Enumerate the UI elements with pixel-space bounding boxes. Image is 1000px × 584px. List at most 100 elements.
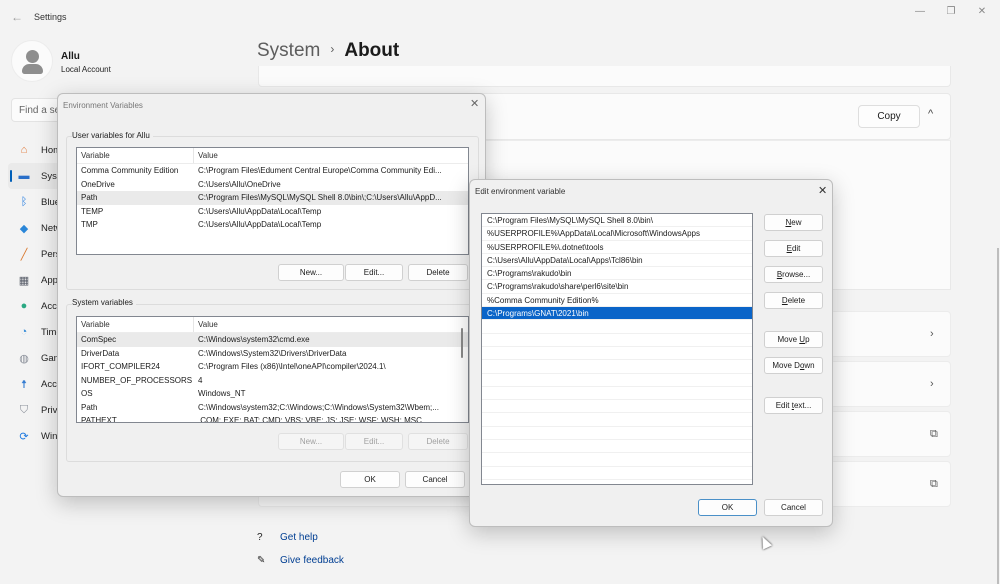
empty-list-slot[interactable]: [482, 360, 752, 374]
accounts-icon: ●: [20, 300, 28, 312]
system-variables-label: System variables: [72, 298, 136, 307]
close-icon[interactable]: ✕: [818, 184, 827, 197]
column-header-variable[interactable]: Variable: [77, 317, 194, 332]
cancel-button[interactable]: Cancel: [405, 471, 465, 488]
new-path-button[interactable]: New: [764, 214, 823, 231]
list-item[interactable]: C:\Programs\rakudo\bin: [482, 267, 752, 281]
empty-list-slot[interactable]: [482, 453, 752, 467]
list-item[interactable]: C:\Programs\rakudo\share\perl6\site\bin: [482, 280, 752, 294]
system-new-button[interactable]: New...: [278, 433, 344, 450]
table-row[interactable]: DriverData C:\Windows\System32\Drivers\Dr…: [77, 347, 468, 361]
empty-list-slot[interactable]: [482, 347, 752, 361]
open-external-icon: ⧉: [930, 478, 938, 490]
list-item[interactable]: C:\Programs\GNAT\2021\bin: [482, 307, 752, 321]
table-row[interactable]: Path C:\Program Files\MySQL\MySQL Shell 8…: [77, 191, 468, 205]
list-item[interactable]: C:\Users\Allu\AppData\Local\Apps\Tcl86\b…: [482, 254, 752, 268]
close-window-button[interactable]: ✕: [972, 6, 992, 17]
avatar[interactable]: [11, 40, 53, 82]
variable-name: NUMBER_OF_PROCESSORS: [81, 375, 193, 385]
dialog-title: Environment Variables: [63, 101, 143, 110]
empty-list-slot[interactable]: [482, 387, 752, 401]
table-row[interactable]: IFORT_COMPILER24 C:\Program Files (x86)\I…: [77, 360, 468, 374]
table-row[interactable]: Path C:\Windows\system32;C:\Windows;C:\Wi…: [77, 401, 468, 415]
variable-value: 4: [198, 375, 203, 385]
give-feedback-link[interactable]: ✎ Give feedback: [257, 555, 344, 566]
button-label: Move Up: [777, 335, 810, 344]
move-up-button[interactable]: Move Up: [764, 331, 823, 348]
list-item[interactable]: %USERPROFILE%\AppData\Local\Microsoft\Wi…: [482, 227, 752, 241]
button-label: Edit text...: [775, 401, 812, 410]
copy-button[interactable]: Copy: [858, 105, 920, 128]
empty-list-slot[interactable]: [482, 440, 752, 454]
page-title: About: [344, 40, 400, 61]
empty-list-slot[interactable]: [482, 320, 752, 334]
table-row[interactable]: PATHEXT .COM;.EXE;.BAT;.CMD;.VBS;.VBE;.JS…: [77, 414, 468, 423]
sidebar-item-privacy[interactable]: ⛉Privacy & security: [8, 397, 60, 423]
sidebar-item-network[interactable]: ◆Network & internet: [8, 215, 60, 241]
table-row[interactable]: OneDrive C:\Users\Allu\OneDrive: [77, 178, 468, 192]
user-delete-button[interactable]: Delete: [408, 264, 468, 281]
ok-button[interactable]: OK: [340, 471, 400, 488]
empty-list-slot[interactable]: [482, 467, 752, 480]
empty-list-slot[interactable]: [482, 400, 752, 414]
empty-list-slot[interactable]: [482, 374, 752, 387]
table-row[interactable]: ComSpec C:\Windows\system32\cmd.exe: [77, 333, 468, 347]
breadcrumb-separator: ›: [330, 42, 335, 56]
list-item[interactable]: C:\Program Files\MySQL\MySQL Shell 8.0\b…: [482, 214, 752, 228]
table-row[interactable]: TMP C:\Users\Allu\AppData\Local\Temp: [77, 218, 468, 232]
column-header-variable[interactable]: Variable: [77, 148, 194, 163]
sidebar-item-accessibility[interactable]: ☨Accessibility: [8, 371, 60, 397]
scrollbar[interactable]: [997, 248, 999, 584]
variable-name: OneDrive: [81, 179, 115, 189]
list-item[interactable]: %USERPROFILE%\.dotnet\tools: [482, 241, 752, 254]
sidebar-item-apps[interactable]: ▦Apps: [8, 267, 60, 293]
browse-button[interactable]: Browse...: [764, 266, 823, 283]
minimize-button[interactable]: —: [910, 6, 930, 17]
edit-text-button[interactable]: Edit text...: [764, 397, 823, 414]
edit-cancel-button[interactable]: Cancel: [764, 499, 823, 516]
person-head-icon: [26, 50, 39, 63]
move-down-button[interactable]: Move Down: [764, 357, 823, 374]
sidebar-item-personalization[interactable]: ╱Personalization: [8, 241, 60, 267]
table-row[interactable]: OS Windows_NT: [77, 387, 468, 401]
wifi-icon: ◆: [19, 222, 29, 235]
sidebar-item-system[interactable]: ▬System: [8, 163, 60, 189]
system-list-scrollbar-thumb[interactable]: [461, 328, 463, 358]
table-row[interactable]: NUMBER_OF_PROCESSORS 4: [77, 374, 468, 388]
system-delete-button[interactable]: Delete: [408, 433, 468, 450]
sidebar-item-gaming[interactable]: ◍Gaming: [8, 345, 60, 371]
table-row[interactable]: Comma Community Edition C:\Program Files\…: [77, 164, 468, 178]
system-edit-button[interactable]: Edit...: [345, 433, 403, 450]
empty-list-slot[interactable]: [482, 334, 752, 347]
device-header-card: [258, 66, 951, 87]
close-icon[interactable]: ✕: [470, 97, 479, 110]
column-header-value[interactable]: Value: [194, 148, 468, 163]
user-variables-list[interactable]: Variable Value Comma Community Edition C:…: [76, 147, 469, 255]
chevron-up-icon[interactable]: ^: [928, 108, 933, 120]
list-item[interactable]: %Comma Community Edition%: [482, 294, 752, 308]
system-variables-list[interactable]: Variable Value ComSpec C:\Windows\system3…: [76, 316, 469, 423]
back-arrow-icon[interactable]: ←: [11, 10, 23, 24]
user-edit-button[interactable]: Edit...: [345, 264, 403, 281]
table-row[interactable]: TEMP C:\Users\Allu\AppData\Local\Temp: [77, 205, 468, 219]
empty-list-slot[interactable]: [482, 413, 752, 427]
sidebar-item-bluetooth[interactable]: ᛒBluetooth & devices: [8, 189, 60, 215]
column-header-value[interactable]: Value: [194, 317, 468, 332]
empty-list-slot[interactable]: [482, 427, 752, 441]
button-label: Delete: [781, 296, 806, 305]
variable-name: PATHEXT: [81, 416, 117, 423]
user-new-button[interactable]: New...: [278, 264, 344, 281]
sidebar-item-time[interactable]: ◔Time & language: [8, 319, 60, 345]
sidebar-item-windows[interactable]: ⟳Windows Update: [8, 423, 60, 449]
breadcrumb-parent[interactable]: System: [257, 40, 320, 61]
maximize-button[interactable]: ❐: [941, 6, 961, 17]
sidebar-item-accounts[interactable]: ●Accounts: [8, 293, 60, 319]
get-help-link[interactable]: ? Get help: [257, 532, 318, 543]
path-entries-list[interactable]: C:\Program Files\MySQL\MySQL Shell 8.0\b…: [481, 213, 753, 485]
globe-clock-icon: ◔: [20, 326, 28, 338]
edit-ok-button[interactable]: OK: [698, 499, 757, 516]
sidebar-item-home[interactable]: ⌂Home: [8, 137, 60, 163]
variable-value: C:\Windows\System32\Drivers\DriverData: [198, 348, 347, 358]
delete-path-button[interactable]: Delete: [764, 292, 823, 309]
edit-path-button[interactable]: Edit: [764, 240, 823, 257]
